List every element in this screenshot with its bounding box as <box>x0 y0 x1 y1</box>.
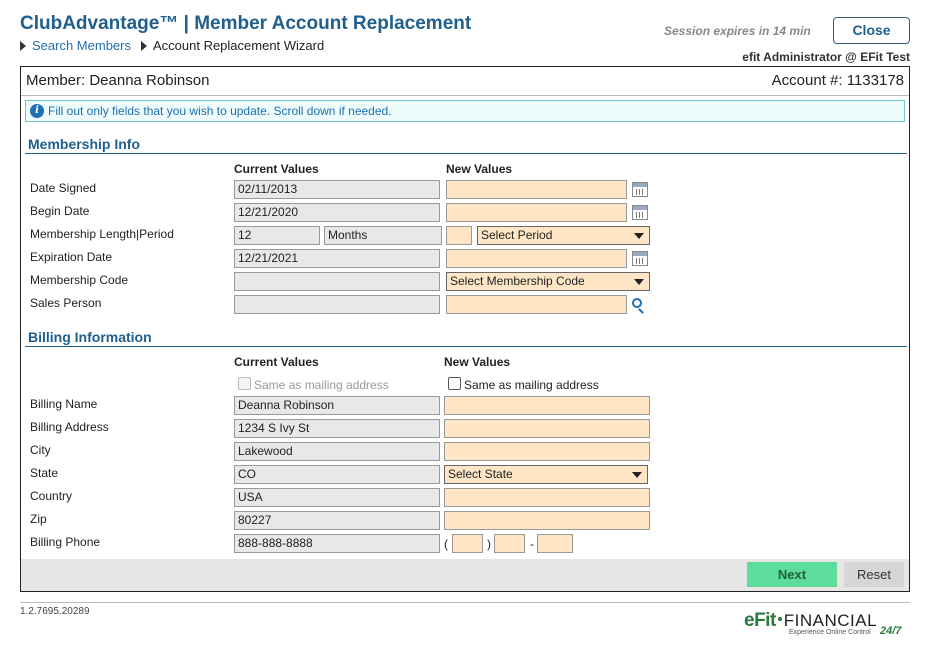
membership-length-label: Membership Length|Period <box>30 227 174 241</box>
same-as-mailing-checkbox[interactable] <box>448 377 461 390</box>
country-current: USA <box>234 488 440 507</box>
footer-divider <box>20 602 910 603</box>
billing-address-label: Billing Address <box>30 420 109 434</box>
city-input[interactable] <box>444 442 650 461</box>
zip-label: Zip <box>30 512 47 526</box>
section-divider <box>25 153 907 154</box>
billing-current-values-header: Current Values <box>234 355 319 369</box>
state-current: CO <box>234 465 440 484</box>
reset-button[interactable]: Reset <box>844 562 904 587</box>
logo-efit: eFit <box>744 610 776 631</box>
breadcrumb-search-members-link[interactable]: Search Members <box>32 38 131 53</box>
membership-code-current <box>234 272 440 291</box>
state-select[interactable]: Select State <box>444 465 648 484</box>
calendar-icon[interactable] <box>632 182 648 197</box>
membership-period-current: Months <box>324 226 442 245</box>
begin-date-input[interactable] <box>446 203 627 222</box>
phone-close-paren: ) <box>487 537 491 551</box>
logo-247: 24/7 <box>880 625 902 637</box>
section-divider <box>25 346 907 347</box>
membership-length-current: 12 <box>234 226 320 245</box>
version-number: 1.2.7695.20289 <box>20 606 90 617</box>
billing-name-label: Billing Name <box>30 397 98 411</box>
membership-code-select[interactable]: Select Membership Code <box>446 272 650 291</box>
same-as-mailing-current-label: Same as mailing address <box>254 378 389 392</box>
calendar-icon[interactable] <box>632 205 648 220</box>
same-as-mailing-label[interactable]: Same as mailing address <box>464 378 599 392</box>
logo-tagline: Experience Online Control <box>789 629 871 636</box>
sales-person-label: Sales Person <box>30 296 102 310</box>
begin-date-label: Begin Date <box>30 204 90 218</box>
period-select[interactable]: Select Period <box>477 226 650 245</box>
current-values-header: Current Values <box>234 162 319 176</box>
billing-name-input[interactable] <box>444 396 650 415</box>
breadcrumb-arrow-icon <box>20 41 26 51</box>
new-values-header: New Values <box>446 162 513 176</box>
sales-person-current <box>234 295 440 314</box>
billing-address-input[interactable] <box>444 419 650 438</box>
zip-current: 80227 <box>234 511 440 530</box>
billing-name-current: Deanna Robinson <box>234 396 440 415</box>
phone-dash: - <box>530 537 534 551</box>
breadcrumb-current: Account Replacement Wizard <box>152 38 325 53</box>
begin-date-current: 12/21/2020 <box>234 203 440 222</box>
period-select-value: Select Period <box>481 228 553 242</box>
same-as-mailing-current-checkbox <box>238 377 251 390</box>
phone-open-paren: ( <box>444 537 448 551</box>
logo-financial: FINANCIAL <box>783 611 878 630</box>
calendar-icon[interactable] <box>632 251 648 266</box>
billing-section-title: Billing Information <box>28 329 152 345</box>
date-signed-input[interactable] <box>446 180 627 199</box>
sales-person-input[interactable] <box>446 295 627 314</box>
state-select-value: Select State <box>448 467 513 481</box>
membership-section-title: Membership Info <box>28 136 141 152</box>
expiration-date-current: 12/21/2021 <box>234 249 440 268</box>
app-title: ClubAdvantage™ | Member Account Replacem… <box>20 13 472 34</box>
info-icon: i <box>30 104 44 118</box>
session-timer: Session expires in 14 min <box>664 24 811 38</box>
membership-code-select-value: Select Membership Code <box>450 274 585 288</box>
date-signed-current: 02/11/2013 <box>234 180 440 199</box>
admin-user: efit Administrator @ EFit Test <box>742 50 910 64</box>
info-banner: i Fill out only fields that you wish to … <box>25 100 905 122</box>
billing-phone-current: 888-888-8888 <box>234 534 440 553</box>
breadcrumb: Search Members Account Replacement Wizard <box>20 38 324 53</box>
billing-new-values-header: New Values <box>444 355 511 369</box>
member-name: Member: Deanna Robinson <box>26 72 210 89</box>
country-label: Country <box>30 489 73 503</box>
membership-code-label: Membership Code <box>30 273 129 287</box>
date-signed-label: Date Signed <box>30 181 97 195</box>
search-icon[interactable] <box>632 298 642 308</box>
close-button[interactable]: Close <box>833 17 910 44</box>
expiration-date-input[interactable] <box>446 249 627 268</box>
breadcrumb-arrow-icon <box>140 41 147 51</box>
phone-line-input[interactable] <box>537 534 573 553</box>
account-number: Account #: 1133178 <box>771 72 904 89</box>
city-current: Lakewood <box>234 442 440 461</box>
state-label: State <box>30 466 59 480</box>
country-input[interactable] <box>444 488 650 507</box>
billing-address-current: 1234 S Ivy St <box>234 419 440 438</box>
billing-phone-label: Billing Phone <box>30 535 101 549</box>
next-button[interactable]: Next <box>747 562 837 587</box>
membership-length-input[interactable] <box>446 226 472 245</box>
phone-area-code-input[interactable] <box>452 534 483 553</box>
city-label: City <box>30 443 51 457</box>
divider <box>21 95 909 96</box>
zip-input[interactable] <box>444 511 650 530</box>
expiration-date-label: Expiration Date <box>30 250 113 264</box>
phone-prefix-input[interactable] <box>494 534 525 553</box>
info-text: Fill out only fields that you wish to up… <box>48 104 392 118</box>
